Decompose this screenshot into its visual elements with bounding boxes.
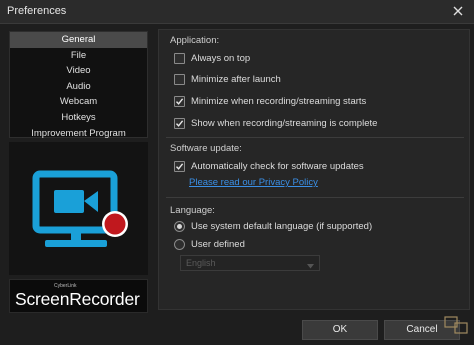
radio-selected[interactable] (174, 220, 185, 232)
screen-recorder-logo-icon (32, 170, 128, 247)
always-on-top-option[interactable]: Always on top (174, 51, 250, 65)
checkbox[interactable] (174, 52, 185, 64)
watermark-logo (442, 315, 472, 343)
show-when-complete-option[interactable]: Show when recording/streaming is complet… (174, 116, 377, 130)
checkbox-checked[interactable] (174, 160, 185, 172)
checkmark-icon (175, 119, 184, 127)
option-label: Show when recording/streaming is complet… (191, 117, 378, 129)
nav-item-audio[interactable]: Audio (10, 79, 147, 95)
checkbox[interactable] (174, 73, 185, 85)
brand-name: ScreenRecorder (15, 289, 140, 309)
nav-item-general[interactable]: General (10, 32, 147, 48)
nav-item-improvement-program[interactable]: Improvement Program (10, 126, 147, 142)
application-section-label: Application: (170, 35, 220, 46)
checkbox-checked[interactable] (174, 95, 185, 107)
section-divider (166, 197, 464, 198)
option-label: User defined (191, 238, 245, 250)
nav-item-file[interactable]: File (10, 48, 147, 64)
nav-item-hotkeys[interactable]: Hotkeys (10, 110, 147, 126)
chevron-down-icon (307, 261, 314, 271)
brand-banner: CyberLink ScreenRecorder (9, 279, 148, 313)
minimize-when-recording-option[interactable]: Minimize when recording/streaming starts (174, 94, 366, 108)
system-default-language-option[interactable]: Use system default language (if supporte… (174, 219, 372, 233)
dropdown-value: English (186, 258, 216, 268)
section-divider (166, 137, 464, 138)
language-section-label: Language: (170, 205, 215, 216)
option-label: Minimize after launch (191, 73, 281, 85)
option-label: Automatically check for software updates (191, 160, 364, 172)
option-label: Always on top (191, 52, 251, 64)
option-label: Minimize when recording/streaming starts (191, 95, 367, 107)
language-dropdown: English (180, 255, 320, 271)
watermark-icon (444, 316, 468, 334)
option-label: Use system default language (if supporte… (191, 220, 373, 232)
privacy-policy-link[interactable]: Please read our Privacy Policy (189, 177, 318, 188)
nav-item-webcam[interactable]: Webcam (10, 94, 147, 110)
checkmark-icon (175, 162, 184, 170)
category-nav: General File Video Audio Webcam Hotkeys … (9, 31, 148, 139)
checkbox-checked[interactable] (174, 117, 185, 129)
user-defined-language-option[interactable]: User defined (174, 237, 245, 251)
nav-item-video[interactable]: Video (10, 63, 147, 79)
checkmark-icon (175, 97, 184, 105)
minimize-after-launch-option[interactable]: Minimize after launch (174, 72, 281, 86)
app-logo (9, 142, 148, 275)
radio[interactable] (174, 238, 185, 250)
window-title: Preferences (7, 5, 67, 17)
title-bar: Preferences (0, 0, 474, 24)
ok-button[interactable]: OK (302, 320, 378, 340)
software-update-section-label: Software update: (170, 143, 242, 154)
auto-check-updates-option[interactable]: Automatically check for software updates (174, 159, 364, 173)
close-icon[interactable] (450, 3, 466, 19)
